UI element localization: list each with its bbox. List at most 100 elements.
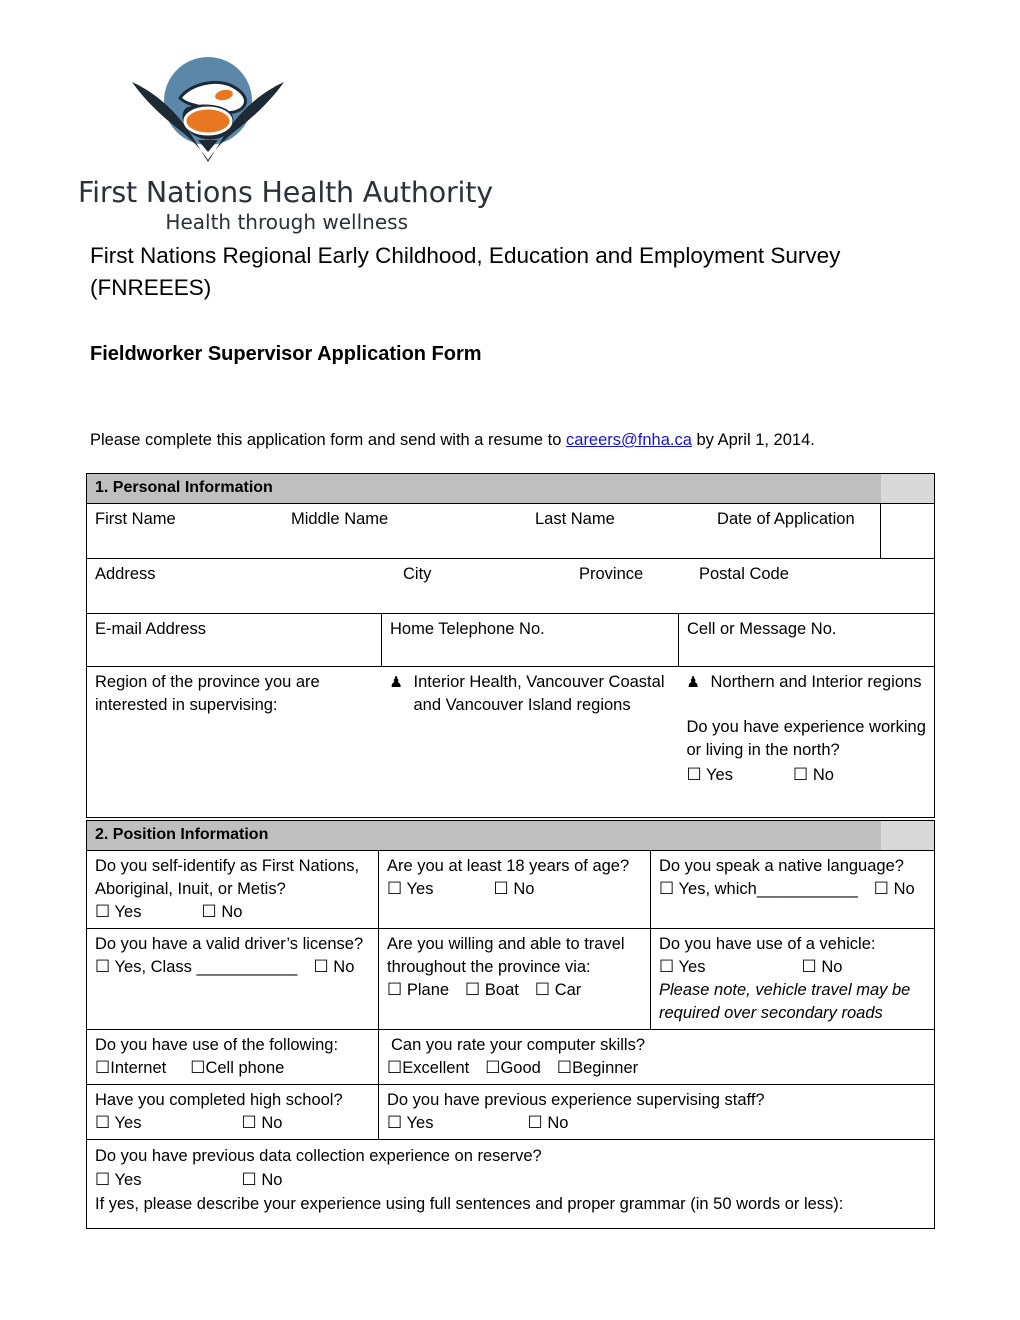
data-collection-yes-checkbox[interactable]: ☐ [95, 1170, 110, 1190]
first-name-label: First Name [95, 510, 176, 528]
supervising-no-label: No [547, 1114, 569, 1132]
data-collection-no-checkbox[interactable]: ☐ [241, 1170, 256, 1190]
cell-message-label: Cell or Message No. [687, 620, 837, 638]
computer-skills-question: Can you rate your computer skills? [391, 1036, 646, 1054]
row-license-travel-vehicle: Do you have a valid driver’s license? ☐ … [86, 928, 936, 1030]
age-no-checkbox[interactable]: ☐ [493, 879, 508, 899]
careers-email-link[interactable]: careers@fnha.ca [566, 431, 692, 449]
age-cell[interactable]: Are you at least 18 years of age? ☐ Yes ☐… [378, 850, 651, 929]
region-option1-cell[interactable]: ♟ Interior Health, Vancouver Coastal and… [381, 666, 679, 818]
age-question: Are you at least 18 years of age? [387, 857, 630, 875]
native-language-yes-label: Yes, which [678, 880, 757, 898]
self-identify-yes-label: Yes [114, 903, 142, 921]
computer-beginner-checkbox[interactable]: ☐ [557, 1058, 572, 1078]
internet-label: Internet [110, 1059, 167, 1077]
logo-tagline: Health through wellness [165, 210, 408, 234]
high-school-no-label: No [261, 1114, 283, 1132]
computer-good-checkbox[interactable]: ☐ [485, 1058, 500, 1078]
north-no-checkbox[interactable]: ☐ [793, 765, 808, 785]
internet-checkbox[interactable]: ☐ [95, 1058, 110, 1078]
data-collection-followup: If yes, please describe your experience … [95, 1195, 844, 1213]
supervising-yes-checkbox[interactable]: ☐ [387, 1113, 402, 1133]
travel-boat-label: Boat [484, 981, 519, 999]
native-language-blank-field[interactable]: ___________ [757, 880, 858, 898]
age-no-label: No [513, 880, 535, 898]
drivers-license-no-checkbox[interactable]: ☐ [313, 957, 328, 977]
data-collection-yes-label: Yes [114, 1171, 142, 1189]
section2-heading-tail [880, 820, 935, 851]
vehicle-yes-label: Yes [678, 958, 706, 976]
vehicle-no-checkbox[interactable]: ☐ [801, 957, 816, 977]
date-of-application-label: Date of Application [717, 510, 855, 528]
data-collection-cell[interactable]: Do you have previous data collection exp… [85, 1139, 936, 1229]
address-row: Address City Province Postal Code [85, 558, 936, 614]
postal-code-label: Postal Code [699, 565, 789, 583]
region-option2-cell[interactable]: ♟ Northern and Interior regions Do you h… [678, 666, 936, 818]
drivers-license-no-label: No [333, 958, 355, 976]
high-school-no-checkbox[interactable]: ☐ [241, 1113, 256, 1133]
home-telephone-cell[interactable]: Home Telephone No. [381, 613, 679, 667]
native-language-no-label: No [893, 880, 915, 898]
self-identify-no-checkbox[interactable]: ☐ [201, 902, 216, 922]
travel-car-label: Car [554, 981, 582, 999]
last-name-label: Last Name [535, 510, 615, 528]
pawn-bullet-icon: ♟ [686, 673, 700, 691]
high-school-yes-checkbox[interactable]: ☐ [95, 1113, 110, 1133]
region-row: Region of the province you are intereste… [86, 666, 936, 818]
fnha-logo: First Nations Health Authority Health th… [78, 52, 493, 234]
drivers-license-cell[interactable]: Do you have a valid driver’s license? ☐ … [86, 928, 379, 1030]
vehicle-question: Do you have use of a vehicle: [659, 935, 876, 953]
section1-header-row: 1. Personal Information [86, 473, 935, 504]
drivers-license-class-field[interactable]: ___________ [196, 958, 297, 976]
vehicle-cell[interactable]: Do you have use of a vehicle: ☐ Yes ☐ No … [649, 928, 936, 1030]
north-no-label: No [812, 766, 834, 784]
page-title: First Nations Regional Early Childhood, … [90, 243, 841, 300]
drivers-license-question: Do you have a valid driver’s license? [95, 935, 364, 953]
date-of-application-cell[interactable]: Date of Application [717, 503, 936, 559]
contact-row: E-mail Address Home Telephone No. Cell o… [86, 613, 936, 667]
instruction-text-before: Please complete this application form an… [90, 431, 567, 449]
data-collection-question: Do you have previous data collection exp… [95, 1147, 542, 1165]
self-identify-yes-checkbox[interactable]: ☐ [95, 902, 110, 922]
north-yes-checkbox[interactable]: ☐ [687, 765, 702, 785]
row-data-collection: Do you have previous data collection exp… [85, 1139, 936, 1229]
use-of-following-cell[interactable]: Do you have use of the following: ☐Inter… [86, 1029, 379, 1085]
section2-heading: 2. Position Information [86, 820, 881, 851]
native-language-no-checkbox[interactable]: ☐ [874, 879, 889, 899]
high-school-cell[interactable]: Have you completed high school? ☐ Yes ☐ N… [86, 1084, 379, 1140]
travel-plane-checkbox[interactable]: ☐ [387, 980, 402, 1000]
self-identify-cell[interactable]: Do you self-identify as First Nations, A… [86, 850, 379, 929]
vehicle-no-label: No [821, 958, 843, 976]
supervising-yes-label: Yes [406, 1114, 434, 1132]
cell-phone-checkbox[interactable]: ☐ [190, 1058, 205, 1078]
computer-skills-cell[interactable]: Can you rate your computer skills? ☐Exce… [377, 1029, 936, 1085]
section1-heading-tail [880, 473, 935, 504]
region-prompt-label: Region of the province you are intereste… [95, 673, 320, 714]
address-fields-cell[interactable]: Address City Province Postal Code [85, 558, 936, 614]
region-option2-label: Northern and Interior regions [710, 673, 922, 691]
vehicle-yes-checkbox[interactable]: ☐ [659, 957, 674, 977]
travel-cell[interactable]: Are you willing and able to travel throu… [378, 928, 651, 1030]
document-page: First Nations Health Authority Health th… [0, 0, 1020, 1320]
region-option1-label: Interior Health, Vancouver Coastal and V… [413, 673, 665, 714]
middle-name-label: Middle Name [291, 510, 389, 528]
cell-phone-label: Cell phone [205, 1059, 285, 1077]
travel-car-checkbox[interactable]: ☐ [535, 980, 550, 1000]
native-language-yes-checkbox[interactable]: ☐ [659, 879, 674, 899]
computer-excellent-checkbox[interactable]: ☐ [387, 1058, 402, 1078]
supervising-experience-cell[interactable]: Do you have previous experience supervis… [377, 1084, 936, 1140]
high-school-yes-label: Yes [114, 1114, 142, 1132]
page-subtitle: Fieldworker Supervisor Application Form [90, 343, 482, 365]
travel-boat-checkbox[interactable]: ☐ [465, 980, 480, 1000]
drivers-license-yes-checkbox[interactable]: ☐ [95, 957, 110, 977]
computer-beginner-label: Beginner [572, 1059, 639, 1077]
self-identify-question: Do you self-identify as First Nations, A… [95, 857, 360, 898]
age-yes-checkbox[interactable]: ☐ [387, 879, 402, 899]
email-address-cell[interactable]: E-mail Address [86, 613, 382, 667]
section1-heading: 1. Personal Information [86, 473, 881, 504]
north-experience-options: ☐ Yes ☐ No [687, 764, 928, 787]
supervising-no-checkbox[interactable]: ☐ [527, 1113, 542, 1133]
native-language-cell[interactable]: Do you speak a native language? ☐ Yes, w… [649, 850, 936, 929]
travel-plane-label: Plane [406, 981, 450, 999]
cell-message-cell[interactable]: Cell or Message No. [677, 613, 936, 667]
